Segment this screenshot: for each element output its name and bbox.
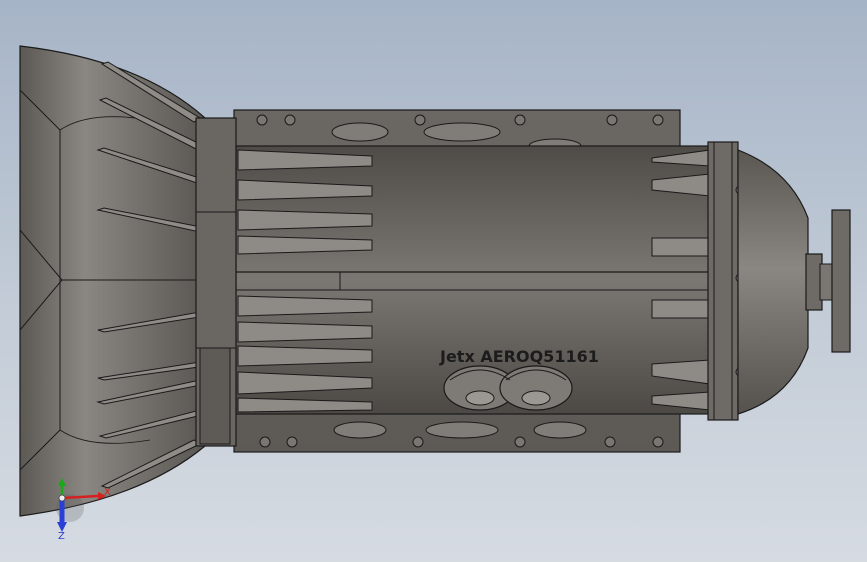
x-axis-label: X	[104, 487, 111, 498]
3d-model-viewport[interactable]: Jetx AEROQ51161 X Z	[0, 0, 867, 562]
z-axis-label: Z	[58, 531, 65, 542]
engine-model-drawing[interactable]: Jetx AEROQ51161	[0, 0, 867, 562]
exhaust-cone[interactable]	[737, 149, 851, 415]
engraving-text: Jetx AEROQ51161	[439, 347, 599, 366]
intake-dome[interactable]	[19, 45, 206, 517]
coupling-collar[interactable]	[195, 117, 237, 447]
frame-pods-bottom	[333, 421, 587, 439]
